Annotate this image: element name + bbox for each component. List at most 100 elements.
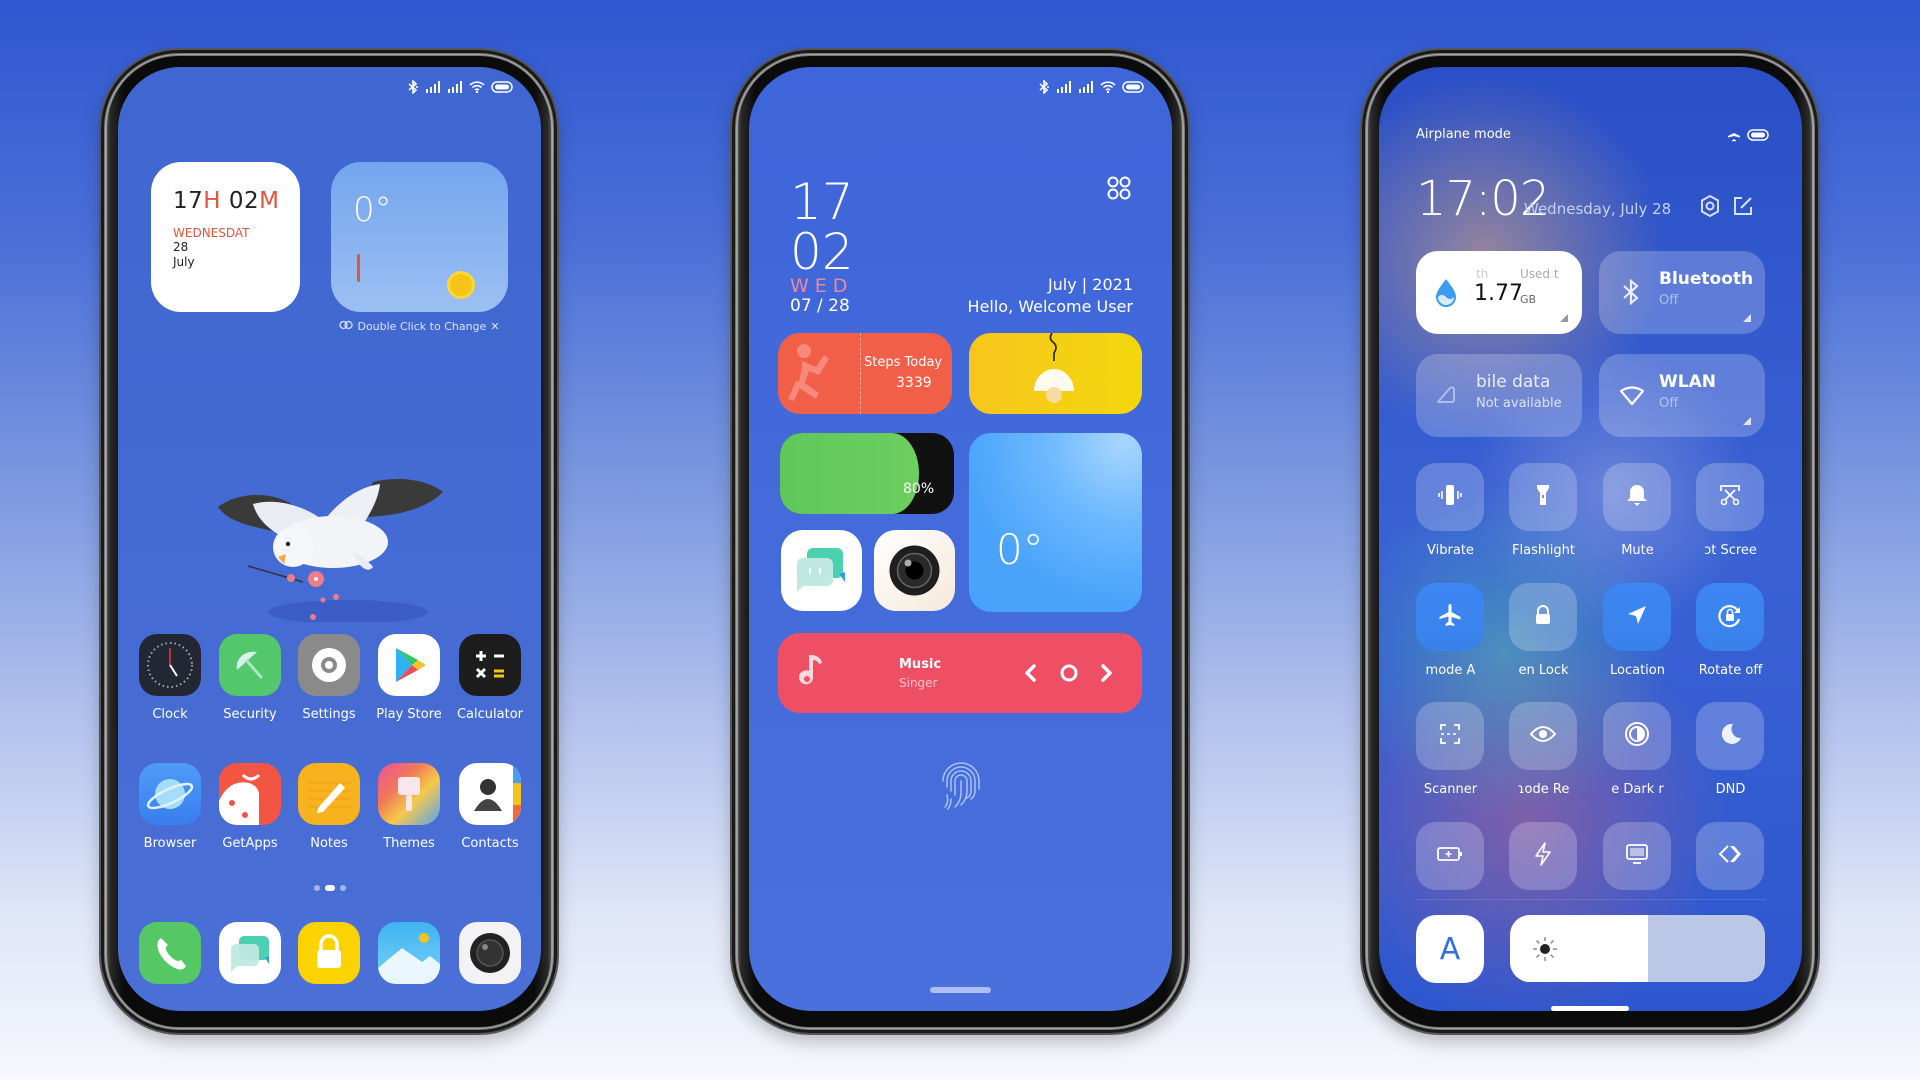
app-contacts[interactable]: Contacts [450, 763, 530, 851]
control-center: Airplane mode 17:02 Wednesday, July 28 t… [1379, 67, 1802, 1011]
flashlight-widget[interactable] [969, 333, 1142, 414]
clock-widget[interactable]: 17H 02M WEDNESDAT 28 July [151, 162, 300, 312]
next-track-button[interactable] [1100, 663, 1114, 687]
battery-icon [1122, 81, 1144, 93]
play-pause-button[interactable] [1059, 663, 1079, 687]
dock-app-lock[interactable] [289, 922, 369, 984]
music-artist: Singer [899, 676, 938, 690]
dock-gallery[interactable] [369, 922, 449, 984]
app-play-store[interactable]: Play Store [369, 634, 449, 722]
app-settings[interactable]: Settings [289, 634, 369, 722]
toggle-label: Flashlight [1512, 543, 1575, 558]
wlan-tile[interactable]: WLAN Off [1599, 354, 1765, 437]
app-notes[interactable]: Notes [289, 763, 369, 851]
battery-level-fill [780, 433, 920, 514]
eye-icon [1529, 720, 1557, 752]
toggle-label: en Lock [1518, 663, 1569, 678]
app-calculator[interactable]: Calculator [450, 634, 530, 722]
temperature-bar [357, 254, 360, 282]
brightness-slider[interactable] [1510, 915, 1765, 982]
contacts-icon [459, 763, 521, 825]
location-icon [1623, 601, 1651, 633]
auto-brightness-button[interactable]: A [1416, 915, 1484, 983]
camera-shortcut[interactable] [874, 530, 955, 611]
music-widget[interactable]: Music Singer [778, 633, 1142, 713]
double-click-hint[interactable]: Double Click to Change ✕ [331, 320, 508, 333]
running-person-icon [788, 344, 829, 401]
page-indicator[interactable] [118, 885, 541, 891]
fingerprint-sensor[interactable] [931, 757, 991, 821]
toggle-flashlight[interactable] [1509, 463, 1577, 531]
page-dot-current[interactable] [324, 885, 335, 891]
clock-widget-day: WEDNESDAT [173, 226, 250, 240]
toggle-location[interactable] [1603, 583, 1671, 651]
home-indicator[interactable] [1551, 1006, 1629, 1011]
phone-widget-screen: 17 02 WED 07 / 28 July | 2021 Hello, Wel… [732, 50, 1188, 1033]
toggle-lightning[interactable] [1509, 822, 1577, 890]
weather-widget[interactable]: 0° [331, 162, 508, 312]
toggle-vibrate[interactable] [1416, 463, 1484, 531]
battery-saver-icon [1435, 840, 1465, 872]
app-drawer-icon[interactable] [1106, 175, 1132, 205]
dock-camera[interactable] [450, 922, 530, 984]
app-browser[interactable]: Browser [130, 763, 210, 851]
battery-widget[interactable]: 80% [780, 433, 954, 514]
app-label: GetApps [222, 836, 278, 851]
screenshot-icon [1716, 481, 1744, 513]
app-getapps[interactable]: GetApps [210, 763, 290, 851]
messages-shortcut[interactable] [781, 530, 862, 611]
data-usage-tile[interactable]: th Used t 1.77 GB [1416, 251, 1582, 334]
dock-phone[interactable] [130, 922, 210, 984]
mobile-data-status: Not available [1476, 396, 1562, 411]
edit-button[interactable] [1732, 195, 1754, 221]
signal-icon [425, 81, 441, 93]
toggle-eye[interactable] [1509, 702, 1577, 770]
airplane-mode-status: Airplane mode [1416, 127, 1511, 142]
dock-messages[interactable] [210, 922, 290, 984]
vibrate-icon [1436, 481, 1464, 513]
app-themes[interactable]: Themes [369, 763, 449, 851]
app-clock[interactable]: Clock [130, 634, 210, 722]
expand-corner-icon [1743, 417, 1751, 425]
lock-icon [298, 922, 360, 984]
mobile-data-name: bile data [1476, 372, 1551, 392]
music-title: Music [899, 657, 942, 672]
brightness-fill [1510, 915, 1648, 982]
app-security[interactable]: Security [210, 634, 290, 722]
toggle-scanner[interactable] [1416, 702, 1484, 770]
close-icon[interactable]: ✕ [490, 320, 499, 333]
toggle-airplane[interactable] [1416, 583, 1484, 651]
toggle-label: ɔt Scree [1704, 543, 1757, 558]
bluetooth-tile[interactable]: Bluetooth Off [1599, 251, 1765, 334]
app-label: Notes [310, 836, 348, 851]
battery-icon [1747, 127, 1769, 146]
weather-widget[interactable]: 0° [969, 433, 1142, 612]
toggle-screenshot[interactable] [1696, 463, 1764, 531]
chevron-left-icon [1025, 664, 1036, 682]
toggle-bell[interactable] [1603, 463, 1671, 531]
home-indicator[interactable] [930, 987, 991, 993]
toggle-nearby-share[interactable] [1696, 822, 1764, 890]
bluetooth-icon [1038, 80, 1050, 94]
toggle-battery-saver[interactable] [1416, 822, 1484, 890]
toggle-cast-screen[interactable] [1603, 822, 1671, 890]
flashlight-icon [1529, 481, 1557, 513]
music-note-icon [799, 655, 822, 685]
fingerprint-icon [942, 762, 980, 810]
app-label: Settings [302, 707, 356, 722]
page-dot[interactable] [339, 885, 346, 891]
toggle-moon[interactable] [1696, 702, 1764, 770]
settings-button[interactable] [1699, 194, 1721, 222]
previous-track-button[interactable] [1023, 663, 1037, 687]
lock-icon [1529, 601, 1557, 633]
toggle-label: Rotate off [1698, 663, 1763, 678]
mobile-data-tile[interactable]: bile data Not available [1416, 354, 1582, 437]
dark-mode-icon [1623, 720, 1651, 752]
toggle-dark-mode[interactable] [1603, 702, 1671, 770]
toggle-lock[interactable] [1509, 583, 1577, 651]
steps-widget[interactable]: Steps Today 3339 [778, 333, 952, 414]
toggle-rotate-lock[interactable] [1696, 583, 1764, 651]
control-center-time: 17:02 [1416, 171, 1550, 227]
notes-icon [298, 763, 360, 825]
page-dot[interactable] [313, 885, 320, 891]
